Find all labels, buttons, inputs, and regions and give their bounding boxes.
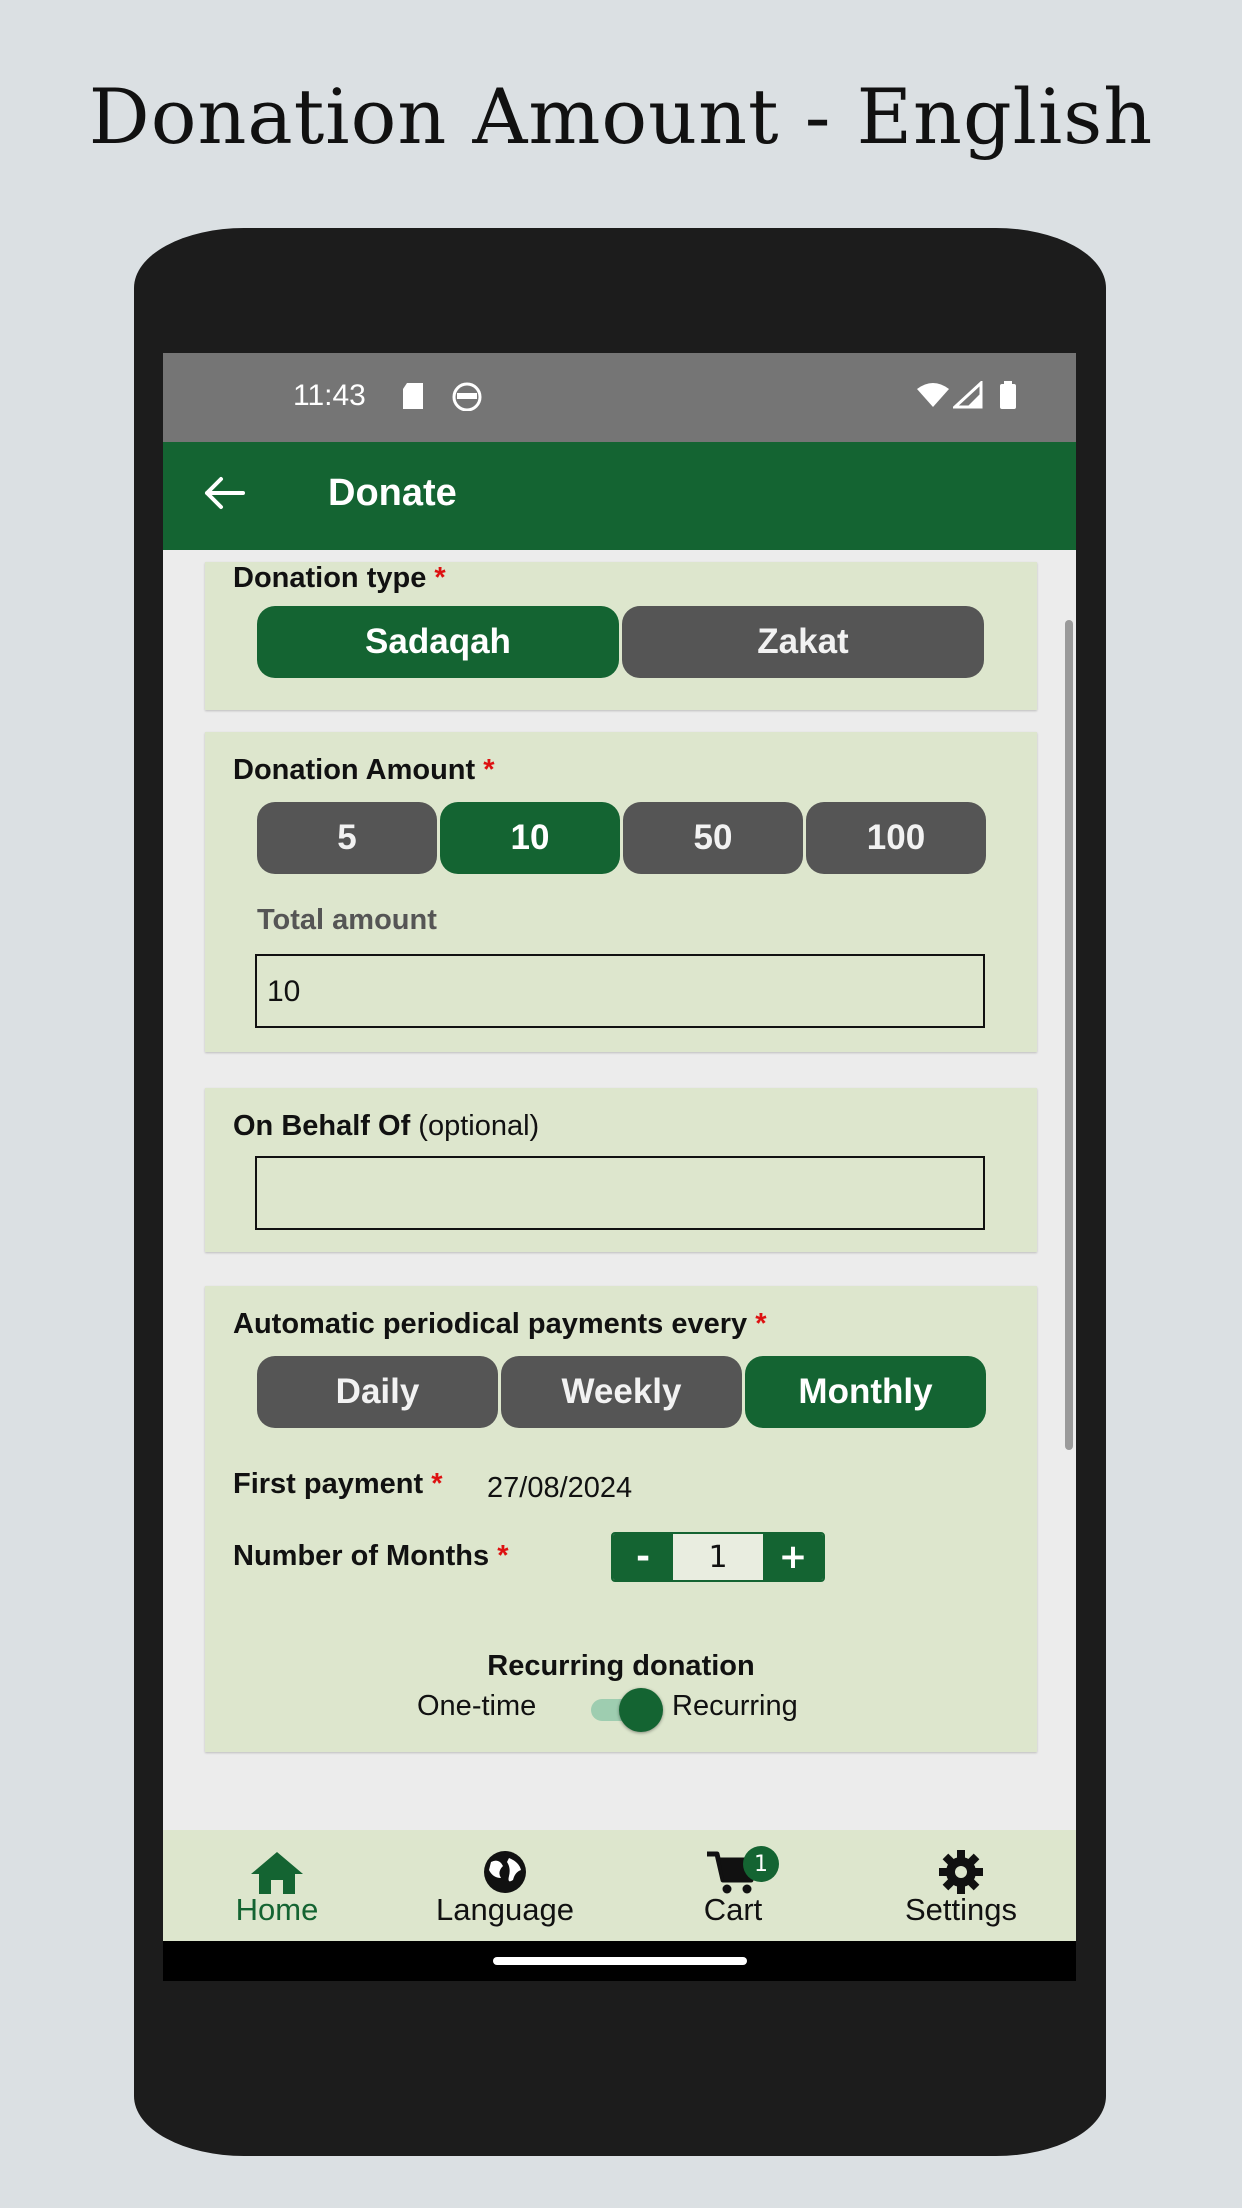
cart-badge: 1: [743, 1846, 779, 1882]
total-amount-input[interactable]: 10: [255, 954, 985, 1028]
on-behalf-input[interactable]: [255, 1156, 985, 1230]
android-icon: [452, 382, 482, 411]
donation-amount-label: Donation Amount *: [233, 754, 495, 786]
gear-icon: [939, 1850, 983, 1894]
on-behalf-label: On Behalf Of (optional): [233, 1110, 540, 1142]
recurring-title: Recurring donation: [487, 1650, 755, 1682]
toggle-knob: [619, 1688, 663, 1732]
zakat-button[interactable]: Zakat: [622, 606, 984, 678]
status-bar: 11:43: [163, 353, 1076, 442]
decrement-button[interactable]: -: [613, 1534, 673, 1580]
amount-50-button[interactable]: 50: [623, 802, 803, 874]
amount-selector: 5 10 50 100: [257, 802, 986, 874]
daily-button[interactable]: Daily: [257, 1356, 498, 1428]
amount-10-button[interactable]: 10: [440, 802, 620, 874]
donation-type-selector: Sadaqah Zakat: [257, 606, 984, 678]
first-payment-date[interactable]: 27/08/2024: [487, 1472, 632, 1505]
scrollbar[interactable]: [1065, 620, 1073, 1450]
sadaqah-button[interactable]: Sadaqah: [257, 606, 619, 678]
donate-form: Donation type * Sadaqah Zakat Donation A…: [163, 550, 1076, 1830]
weekly-button[interactable]: Weekly: [501, 1356, 742, 1428]
status-time: 11:43: [293, 379, 366, 412]
back-arrow-icon[interactable]: [201, 470, 247, 516]
first-payment-label: First payment *: [233, 1468, 443, 1500]
increment-button[interactable]: +: [763, 1534, 823, 1580]
app-bar-title: Donate: [328, 472, 457, 514]
amount-100-button[interactable]: 100: [806, 802, 986, 874]
total-amount-label: Total amount: [257, 904, 437, 936]
months-label: Number of Months *: [233, 1540, 509, 1572]
periodic-payments-card: Automatic periodical payments every * Da…: [205, 1286, 1037, 1752]
app-bar: Donate: [163, 442, 1076, 550]
frequency-selector: Daily Weekly Monthly: [257, 1356, 986, 1428]
home-icon: [251, 1852, 303, 1894]
wifi-icon: [917, 383, 949, 407]
page-headline: Donation Amount - English: [88, 72, 1154, 161]
nav-cart[interactable]: 1 Cart: [619, 1830, 847, 1941]
amount-5-button[interactable]: 5: [257, 802, 437, 874]
months-value[interactable]: 1: [673, 1534, 763, 1580]
phone-screen: 11:43 Donate Donation type * Sadaqah Zak…: [163, 353, 1076, 1981]
nav-settings-label: Settings: [904, 1892, 1017, 1927]
donation-type-label: Donation type *: [233, 562, 446, 594]
bottom-navigation: Home Language 1 Cart Settings: [163, 1830, 1076, 1941]
monthly-button[interactable]: Monthly: [745, 1356, 986, 1428]
sd-card-icon: [403, 383, 423, 409]
donation-amount-card: Donation Amount * 5 10 50 100 Total amou…: [205, 732, 1037, 1052]
nav-settings[interactable]: Settings: [847, 1830, 1075, 1941]
nav-language-label: Language: [436, 1892, 574, 1927]
home-indicator[interactable]: [493, 1957, 747, 1965]
periodic-label: Automatic periodical payments every *: [233, 1308, 767, 1340]
on-behalf-card: On Behalf Of (optional): [205, 1088, 1037, 1252]
donation-type-card: Donation type * Sadaqah Zakat: [205, 562, 1037, 710]
nav-language[interactable]: Language: [391, 1830, 619, 1941]
months-stepper: - 1 +: [611, 1532, 825, 1582]
system-nav-bar: [163, 1941, 1076, 1981]
globe-icon: [484, 1851, 526, 1893]
recurring-label: Recurring: [672, 1690, 798, 1722]
signal-icon: [953, 381, 983, 409]
nav-home[interactable]: Home: [163, 1830, 391, 1941]
nav-cart-label: Cart: [703, 1892, 763, 1927]
nav-home-label: Home: [235, 1892, 319, 1927]
recurring-toggle[interactable]: [591, 1688, 671, 1732]
one-time-label: One-time: [417, 1690, 537, 1722]
battery-icon: [1000, 381, 1016, 409]
